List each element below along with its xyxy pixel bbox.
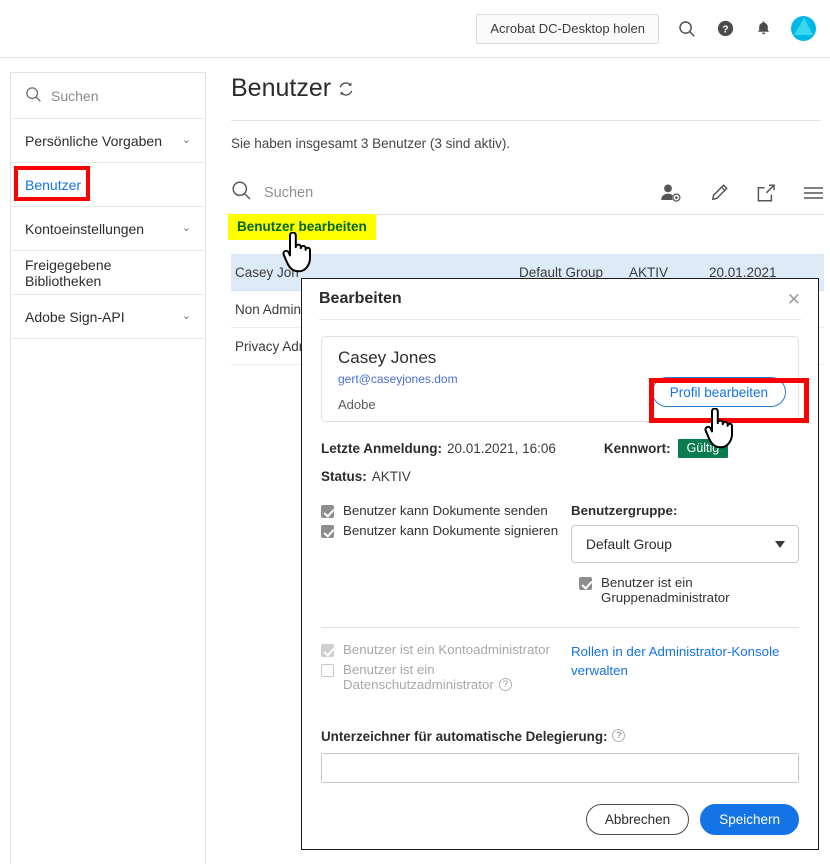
svg-text:?: ? — [722, 23, 728, 35]
user-group-selected-value: Default Group — [586, 536, 672, 552]
sidebar-item-label: Benutzer — [25, 176, 82, 193]
delegation-label-text: Unterzeichner für automatische Delegieru… — [321, 729, 608, 744]
delegation-input[interactable] — [321, 753, 799, 783]
checkbox-label: Benutzer ist ein Datenschutzadministrato… — [343, 662, 565, 692]
checkbox-label: Benutzer kann Dokumente senden — [343, 503, 548, 518]
sidebar-item-label: Freigegebene Bibliotheken — [25, 256, 112, 289]
cancel-button[interactable]: Abbrechen — [585, 804, 690, 835]
last-login-value: 20.01.2021, 16:06 — [447, 441, 556, 456]
search-icon[interactable] — [231, 180, 252, 206]
help-icon[interactable]: ? — [612, 729, 626, 742]
sidebar-search-inner: Suchen — [25, 86, 98, 106]
refresh-icon[interactable] — [338, 81, 354, 97]
user-group-select[interactable]: Default Group — [571, 525, 799, 563]
checkbox-label: Benutzer ist ein Kontoadministrator — [343, 642, 550, 657]
permissions-column: Benutzer kann Dokumente senden Benutzer … — [321, 503, 565, 610]
checkbox-icon — [579, 577, 592, 590]
export-icon[interactable] — [756, 183, 776, 203]
sidebar-item-label: Persönliche Vorgaben — [25, 132, 162, 149]
dialog-footer: Abbrechen Speichern — [585, 804, 799, 835]
avatar[interactable] — [791, 16, 816, 41]
search-icon[interactable] — [677, 19, 697, 39]
chevron-down-icon: ⌄ — [181, 310, 191, 322]
permissions-area: Benutzer kann Dokumente senden Benutzer … — [321, 503, 799, 610]
sidebar: Suchen Persönliche Vorgaben ⌄ Benutzer K… — [10, 72, 206, 864]
close-icon[interactable]: ✕ — [787, 291, 801, 308]
dialog-title: Bearbeiten — [319, 290, 402, 307]
help-icon[interactable]: ? — [498, 677, 512, 691]
section-divider — [321, 627, 799, 628]
checkbox-account-admin: Benutzer ist ein Kontoadministrator — [321, 642, 565, 657]
page-title-text: Benutzer — [231, 74, 332, 102]
checkbox-icon — [321, 505, 334, 518]
status-row: Status: AKTIV — [321, 469, 799, 484]
status-label: Status: — [321, 469, 367, 484]
user-group-label: Benutzergruppe: — [571, 503, 678, 518]
sidebar-item-benutzer[interactable]: Benutzer — [11, 163, 205, 207]
manage-roles-link[interactable]: Rollen in der Administrator-Konsole verw… — [571, 644, 779, 678]
sidebar-search-placeholder: Suchen — [51, 87, 99, 104]
user-search-input[interactable]: Suchen — [264, 185, 313, 201]
save-button[interactable]: Speichern — [700, 804, 799, 835]
edit-user-dialog: Bearbeiten ✕ Casey Jones gert@caseyjones… — [301, 278, 819, 850]
add-user-icon[interactable] — [660, 183, 682, 203]
checkbox-can-send-documents[interactable]: Benutzer kann Dokumente senden — [321, 503, 565, 518]
password-label: Kennwort: — [603, 441, 671, 456]
get-acrobat-desktop-button[interactable]: Acrobat DC-Desktop holen — [476, 13, 659, 44]
status-value: AKTIV — [371, 469, 411, 484]
sidebar-item-kontoeinstellungen[interactable]: Kontoeinstellungen ⌄ — [11, 207, 205, 251]
checkbox-privacy-admin: Benutzer ist ein Datenschutzadministrato… — [321, 662, 565, 692]
last-login-row: Letzte Anmeldung: 20.01.2021, 16:06 Kenn… — [321, 439, 799, 458]
sidebar-item-label: Kontoeinstellungen — [25, 220, 145, 237]
table-toolbar — [660, 183, 824, 203]
dialog-header: Bearbeiten ✕ — [302, 279, 818, 319]
help-icon[interactable]: ? — [715, 19, 735, 39]
chevron-down-icon — [775, 540, 785, 548]
title-divider — [231, 120, 821, 121]
last-login-label: Letzte Anmeldung: — [321, 441, 442, 456]
sidebar-item-label: Adobe Sign-API — [25, 308, 125, 325]
password-group: Kennwort: Gültig — [603, 439, 729, 458]
user-info-card: Casey Jones gert@caseyjones.dom Adobe Pr… — [321, 336, 799, 422]
search-icon — [25, 86, 42, 106]
sidebar-search-input[interactable]: Suchen — [11, 73, 205, 119]
checkbox-label: Benutzer ist ein Gruppenadministrator — [601, 575, 730, 605]
topbar-icon-group: ? — [677, 16, 816, 41]
checkbox-icon — [321, 644, 334, 657]
bell-icon[interactable] — [753, 19, 773, 39]
admin-link-column: Rollen in der Administrator-Konsole verw… — [565, 642, 799, 697]
admin-roles-area: Benutzer ist ein Kontoadministrator Benu… — [321, 642, 799, 697]
edit-user-tooltip: Benutzer bearbeiten — [228, 214, 376, 240]
user-name: Casey Jones — [338, 348, 437, 367]
group-column: Benutzergruppe: Default Group Benutzer i… — [565, 503, 799, 610]
menu-icon[interactable] — [803, 185, 824, 201]
top-bar: Acrobat DC-Desktop holen ? — [0, 0, 830, 58]
checkbox-can-sign-documents[interactable]: Benutzer kann Dokumente signieren — [321, 523, 565, 538]
checkbox-icon — [321, 664, 334, 677]
sidebar-item-freigegebene-bibliotheken[interactable]: Freigegebene Bibliotheken — [11, 251, 205, 295]
checkbox-icon — [321, 525, 334, 538]
chevron-down-icon: ⌄ — [181, 222, 191, 234]
checkbox-label: Benutzer kann Dokumente signieren — [343, 523, 559, 538]
user-search-bar: Suchen — [231, 171, 824, 215]
edit-pencil-icon[interactable] — [709, 183, 729, 203]
sidebar-item-adobe-sign-api[interactable]: Adobe Sign-API ⌄ — [11, 295, 205, 339]
dialog-body: Casey Jones gert@caseyjones.dom Adobe Pr… — [302, 320, 818, 783]
chevron-down-icon: ⌄ — [181, 134, 191, 146]
user-count-text: Sie haben insgesamt 3 Benutzer (3 sind a… — [231, 136, 511, 151]
admin-checkbox-column: Benutzer ist ein Kontoadministrator Benu… — [321, 642, 565, 697]
edit-profile-button[interactable]: Profil bearbeiten — [651, 377, 786, 407]
sidebar-item-persoenliche-vorgaben[interactable]: Persönliche Vorgaben ⌄ — [11, 119, 205, 163]
checkbox-group-admin[interactable]: Benutzer ist ein Gruppenadministrator — [571, 575, 799, 605]
password-status-badge: Gültig — [677, 439, 729, 458]
page-title: Benutzer — [231, 74, 354, 103]
delegation-label: Unterzeichner für automatische Delegieru… — [321, 729, 799, 744]
